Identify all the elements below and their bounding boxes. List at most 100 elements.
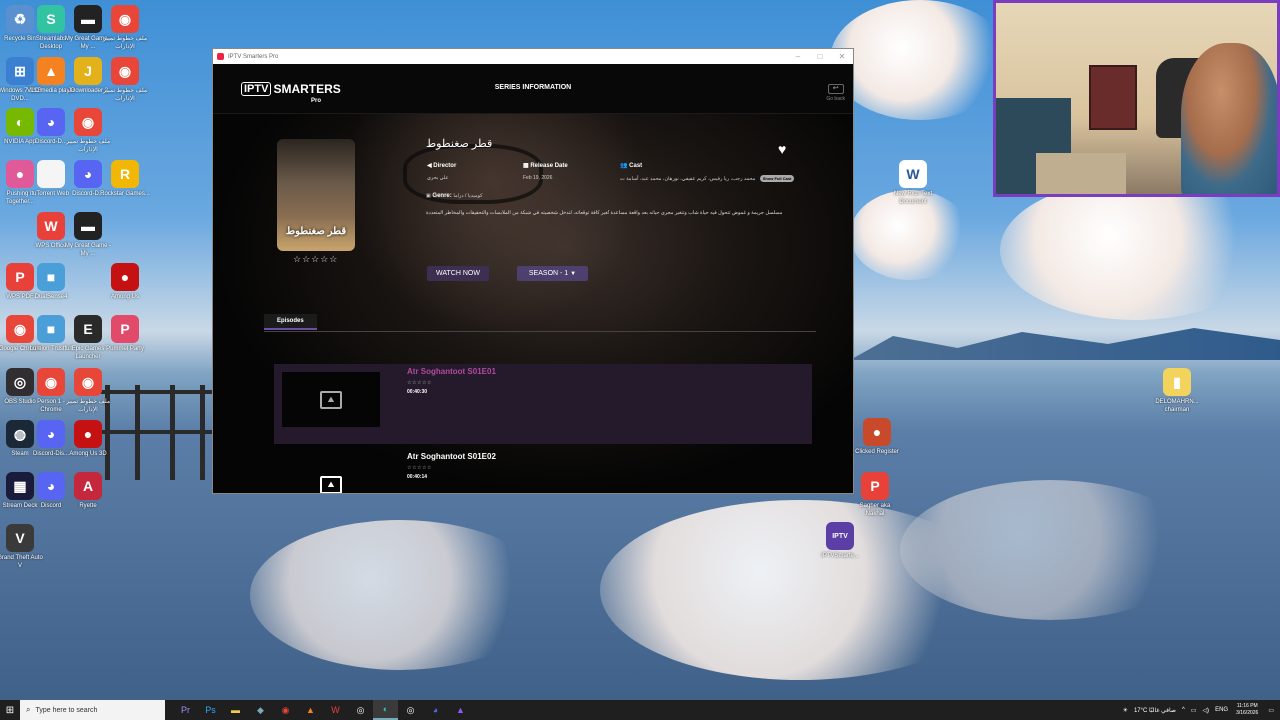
weather-icon[interactable]: ☀ [1123, 707, 1128, 714]
desktop-icon[interactable]: A Ryette [63, 472, 113, 510]
desktop-icon[interactable]: R Rockstar Games... [100, 160, 150, 198]
desktop-icon[interactable]: ■ DualSense4 [26, 263, 76, 301]
desktop-icon[interactable]: P Sagher aka Nakhal [850, 472, 900, 518]
rockstar-icon: R [111, 160, 139, 188]
weather-text[interactable]: 17°C صافي غالبًا [1134, 707, 1176, 714]
premiere-icon[interactable]: Pr [173, 700, 198, 720]
desktop-icon[interactable]: ● Among Us [100, 263, 150, 301]
desktop-icon[interactable]: ◉ ملف خطوط تمييز الإدارات [100, 57, 150, 103]
page-title: SERIES INFORMATION [494, 84, 572, 91]
file-explorer-icon[interactable]: ▬ [223, 700, 248, 720]
maximize-icon[interactable]: □ [809, 52, 831, 61]
document-icon: W [899, 160, 927, 188]
iptv-window[interactable]: IPTV Smarters Pro – □ ✕ IPTV SMARTERS Pr… [212, 48, 854, 494]
episode-thumbnail: ⛰ [282, 372, 380, 427]
show-full-cast-button[interactable]: Show Full Cast [759, 175, 795, 182]
desktop-icon-label: IPTVSmarte... [821, 553, 859, 559]
photoshop-icon[interactable]: Ps [198, 700, 223, 720]
favorite-heart-icon[interactable]: ♥ [778, 141, 786, 157]
obs2-taskbar-icon[interactable]: ◎ [398, 700, 423, 720]
desktop-icon-label: DualSense4 [34, 294, 68, 300]
discord-icon: ◕ [37, 420, 65, 448]
streamer [1181, 43, 1277, 194]
desktop-icon[interactable]: ◉ ملف خطوط تمييز الإدارات [63, 368, 113, 414]
discord-taskbar-icon[interactable]: ◕ [423, 700, 448, 720]
chevron-up-icon[interactable]: ^ [1182, 707, 1185, 713]
obs-taskbar-icon[interactable]: ◎ [348, 700, 373, 720]
vlc-taskbar-icon[interactable]: ▲ [298, 700, 323, 720]
language-indicator[interactable]: ENG [1215, 707, 1228, 713]
taskbar-search[interactable]: ⌕ Type here to search [20, 700, 165, 720]
network-icon[interactable]: ▭ [1191, 707, 1197, 714]
chrome-icon: ◉ [74, 108, 102, 136]
app-icon: A [74, 472, 102, 500]
app-taskbar-icon[interactable]: ◆ [248, 700, 273, 720]
window-title: IPTV Smarters Pro [228, 53, 279, 60]
iptv-taskbar-icon[interactable]: ▲ [448, 700, 473, 720]
among-us-icon: ● [74, 420, 102, 448]
clock[interactable]: 11:16 PM 3/16/2026 [1236, 703, 1258, 717]
edge-taskbar-icon[interactable]: ◐ [373, 700, 398, 720]
desktop-icon[interactable]: ◉ ملف خطوط تمييز الإدارات [63, 108, 113, 154]
among-us-icon: ● [111, 263, 139, 291]
season-dropdown[interactable]: SEASON - 1 ▼ [517, 266, 588, 281]
wps-taskbar-icon[interactable]: W [323, 700, 348, 720]
episode-row[interactable]: ⛰ Atr Soghantoot S01E02 ☆☆☆☆☆ 00:40:14 [274, 449, 812, 493]
volume-icon[interactable]: ◁) [1202, 707, 1209, 714]
desktop-icon[interactable]: W New Rich Text Document [888, 160, 938, 206]
close-icon[interactable]: ✕ [831, 52, 853, 61]
notification-icon[interactable]: ▭ [1268, 707, 1274, 714]
desktop-icon-label: Ryette [79, 503, 97, 509]
calendar-icon: ▦ [523, 163, 529, 169]
minimize-icon[interactable]: – [787, 52, 809, 61]
desktop-icon[interactable]: P Pummel Party [100, 315, 150, 353]
desktop-icon[interactable]: ◉ ملف خطوط تمييز الإدارات [100, 5, 150, 51]
desktop-icon-label: Sagher aka Nakhal [859, 503, 891, 517]
pier [95, 385, 215, 485]
chrome-taskbar-icon[interactable]: ◉ [273, 700, 298, 720]
episode-rating: ☆☆☆☆☆ [407, 465, 432, 471]
series-description: مسلسل جريمة و غموض تتحول فيه حياة شاب وت… [426, 210, 783, 216]
desktop-icon[interactable]: ▬ My Great Game - My ... [63, 212, 113, 258]
chrome-icon: ◉ [111, 5, 139, 33]
game-icon: ▬ [74, 212, 102, 240]
desktop-icon-label: Clicked Register [855, 449, 899, 455]
desktop-icon-label: New Rich Text Document [893, 191, 933, 205]
desktop-icon[interactable]: ▮ DELOMAHRN... chairman [1152, 368, 1202, 414]
episode-row[interactable]: ⛰ Atr Soghantoot S01E01 ☆☆☆☆☆ 00:40:30 [274, 364, 812, 444]
streamlabs-icon: S [37, 5, 65, 33]
desktop-icon[interactable]: ● Among Us 3D [63, 420, 113, 458]
app-icon: ■ [37, 263, 65, 291]
megaphone-icon: ◀ [427, 163, 432, 169]
cast-label: 👥 Cast [620, 163, 643, 169]
tab-episodes[interactable]: Episodes [264, 314, 317, 330]
webcam-overlay [993, 0, 1280, 197]
image-placeholder-icon: ⛰ [320, 390, 342, 409]
series-title: قطر صغنطوط [426, 138, 493, 150]
app-icon: ● [863, 418, 891, 446]
cast-value: محمد رجب، ريا رفيس، كريم عفيفي، نورهان، … [620, 175, 795, 182]
chrome-icon: ◉ [37, 368, 65, 396]
app-icon [217, 53, 224, 60]
chrome-icon: ◉ [111, 57, 139, 85]
iptv-icon: IPTV [826, 522, 854, 550]
release-date-label: ▦ Release Date [523, 163, 568, 169]
watch-now-button[interactable]: WATCH NOW [427, 266, 489, 281]
taskbar: ⊞ ⌕ Type here to search Pr Ps ▬ ◆ ◉ ▲ W … [0, 700, 1280, 720]
windows-start-icon[interactable]: ⊞ [0, 700, 20, 720]
vlc-icon: ▲ [37, 57, 65, 85]
desktop-icon[interactable]: IPTV IPTVSmarte... [815, 522, 865, 560]
desktop-icon[interactable]: ● Clicked Register [852, 418, 902, 456]
desktop-icon-label: Among Us [110, 294, 139, 300]
desktop-icon-label: ملف خطوط تمييز الإدارات [102, 88, 148, 102]
desktop-icon[interactable]: V Grand Theft Auto V [0, 524, 45, 570]
series-poster: قطر صغنطوط [277, 139, 355, 251]
window-titlebar[interactable]: IPTV Smarters Pro – □ ✕ [213, 49, 853, 64]
wps-pdf-icon: P [861, 472, 889, 500]
episode-title: Atr Soghantoot S01E02 [407, 452, 496, 461]
desktop-icon-label: ملف خطوط تمييز الإدارات [65, 139, 111, 153]
go-back-button[interactable]: ↩ Go back [826, 84, 845, 102]
epic-icon: E [74, 315, 102, 343]
rating-stars[interactable]: ☆☆☆☆☆ [293, 254, 338, 265]
desktop-icon-label: Pummel Party [106, 346, 144, 352]
